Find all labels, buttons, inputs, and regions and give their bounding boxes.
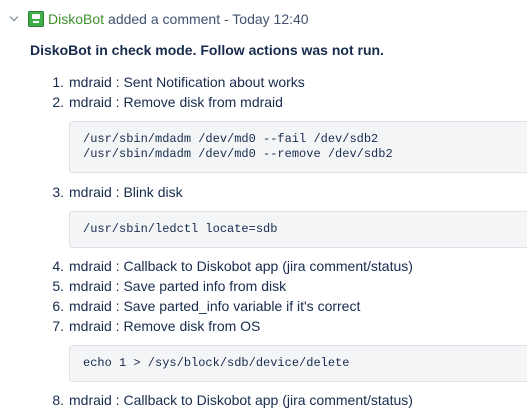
list-item: 3. mdraid : Blink disk [0,182,527,202]
list-item: 7. mdraid : Remove disk from OS [0,316,527,336]
code-line: echo 1 > /sys/block/sdb/device/delete [83,356,350,370]
step-text: mdraid : Sent Notification about works [69,74,305,90]
list-item: 1. mdraid : Sent Notification about work… [0,72,527,92]
list-item: 2. mdraid : Remove disk from mdraid [0,92,527,112]
step-number: 3. [52,184,64,200]
code-block: /usr/sbin/mdadm /dev/md0 --fail /dev/sdb… [69,121,527,173]
code-line: /usr/sbin/mdadm /dev/md0 --remove /dev/s… [83,147,393,161]
comment-meta: added a comment - Today 12:40 [108,11,309,27]
code-block: echo 1 > /sys/block/sdb/device/delete [69,345,527,382]
step-text: mdraid : Remove disk from OS [69,318,261,334]
step-number: 4. [52,258,64,274]
list-item: 6. mdraid : Save parted_info variable if… [0,296,527,316]
step-number: 8. [52,392,64,408]
step-text: mdraid : Save parted info from disk [69,278,287,294]
step-number: 5. [52,278,64,294]
code-block: /usr/sbin/ledctl locate=sdb [69,211,527,248]
list-item: 8. mdraid : Callback to Diskobot app (ji… [0,390,527,410]
code-line: /usr/sbin/mdadm /dev/md0 --fail /dev/sdb… [83,132,379,146]
step-number: 1. [52,74,64,90]
step-text: mdraid : Save parted_info variable if it… [69,298,361,314]
list-item: 5. mdraid : Save parted info from disk [0,276,527,296]
bot-avatar-icon [28,11,44,27]
step-text: mdraid : Remove disk from mdraid [69,94,283,110]
step-text: mdraid : Blink disk [69,184,183,200]
author-link[interactable]: DiskoBot [48,11,104,27]
step-number: 2. [52,94,64,110]
list-item: 4. mdraid : Callback to Diskobot app (ji… [0,256,527,276]
comment-header: DiskoBot added a comment - Today 12:40 [0,8,309,30]
comment-title: DiskoBot in check mode. Follow actions w… [30,42,384,58]
step-text: mdraid : Callback to Diskobot app (jira … [69,392,413,408]
step-text: mdraid : Callback to Diskobot app (jira … [69,258,413,274]
code-line: /usr/sbin/ledctl locate=sdb [83,222,278,236]
step-number: 7. [52,318,64,334]
chevron-down-icon[interactable] [8,12,22,26]
step-number: 6. [52,298,64,314]
